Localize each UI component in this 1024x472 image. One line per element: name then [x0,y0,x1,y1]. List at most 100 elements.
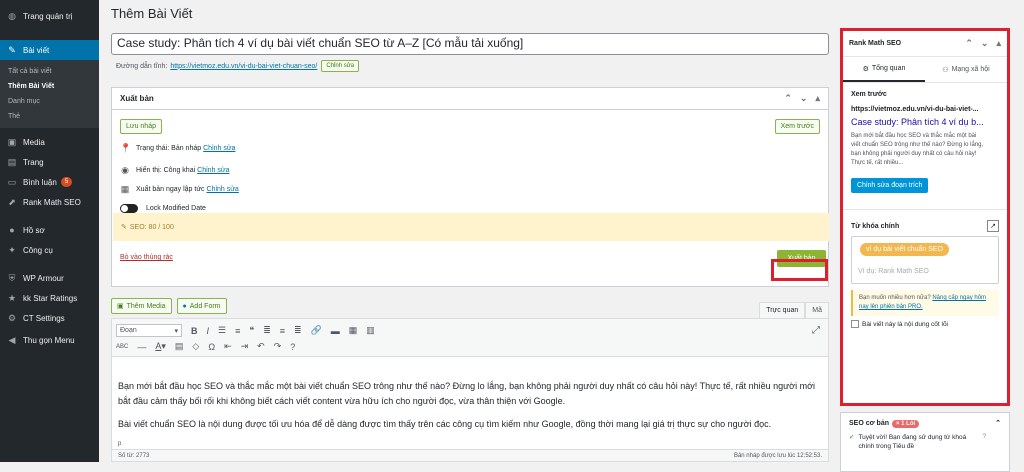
move-up-icon[interactable]: ⌃ [784,93,792,104]
table-icon[interactable]: ▥ [366,325,375,336]
media-icon: ▣ [117,303,124,310]
submenu-all-posts[interactable]: Tất cả bài viết [0,64,99,79]
form-icon: ● [182,302,187,310]
content-paragraph: Bài viết chuẩn SEO là nội dung được tối … [118,419,772,429]
toggle-panel-icon[interactable]: ▴ [996,38,1001,49]
toolbar-toggle-icon[interactable]: ▦ [349,325,358,336]
editor-content[interactable]: Bạn mới bắt đầu học SEO và thắc mắc một … [118,379,824,440]
move-up-icon[interactable]: ⌃ [965,38,973,49]
schedule-edit-link[interactable]: Chỉnh sửa [207,186,239,193]
text-color-icon[interactable]: A▾ [155,341,166,352]
hr-icon[interactable]: — [137,342,146,352]
comments-badge: 5 [60,177,73,187]
move-down-icon[interactable]: ⌄ [800,93,808,104]
redo-icon[interactable]: ↷ [274,341,282,352]
save-draft-button[interactable]: Lưu nháp [120,119,162,134]
permalink-link[interactable]: https://vietmoz.edu.vn/vi-du-bai-viet-ch… [170,63,317,70]
gear-icon: ⚙ [862,65,869,73]
menu-dashboard[interactable]: ◍ Trang quản trị [0,6,99,26]
status-edit-link[interactable]: Chỉnh sửa [203,145,235,152]
read-more-icon[interactable]: ▬ [331,326,340,336]
italic-icon[interactable]: I [207,326,210,336]
publish-box-controls: ⌃ ⌄ ▴ [784,93,820,104]
strikethrough-icon[interactable]: ABC [116,344,128,350]
star-icon: ★ [7,292,17,303]
bold-icon[interactable]: B [191,326,198,336]
add-media-button[interactable]: ▣ Thêm Media [111,298,172,314]
indent-icon[interactable]: ⇥ [241,341,249,352]
dashboard-icon: ◍ [8,10,16,21]
menu-tools[interactable]: ✦ Công cụ [0,240,99,260]
menu-posts[interactable]: ✎ Bài viết [0,40,99,60]
paste-text-icon[interactable]: ▤ [175,341,184,352]
content-paragraph: Bạn mới bắt đầu học SEO và thắc mắc một … [118,381,815,406]
user-icon: ● [9,225,15,235]
align-right-icon[interactable]: ≣ [294,325,302,336]
help-icon[interactable]: ? [290,342,295,352]
media-icon: ▣ [7,136,17,147]
menu-media[interactable]: ▣ Media [0,132,99,152]
edit-permalink-button[interactable]: Chỉnh sửa [321,60,360,72]
tab-general[interactable]: ⚙ Tổng quan [843,57,925,82]
page-icon: ▤ [7,156,17,167]
publish-box: Xuất bản ⌃ ⌄ ▴ Lưu nháp Xem trước 📍 Trạng… [111,87,829,287]
snippet-preview-section: Xem trước https://vietmoz.edu.vn/vi-du-b… [843,83,1007,193]
editor-tabs: Trực quan Mã [759,302,829,319]
focus-keyword-tag[interactable]: ví dụ bài viết chuẩn SEO [860,243,950,256]
menu-pages[interactable]: ▤ Trang [0,152,99,172]
move-to-trash-link[interactable]: Bỏ vào thùng rác [120,254,173,261]
help-icon: ? [982,433,987,440]
basic-seo-header[interactable]: SEO cơ bản × 1 Lỗi ⌃ [841,413,1009,433]
menu-wparmour[interactable]: ⛨ WP Armour [0,268,99,288]
focus-keyword-input[interactable]: ví dụ bài viết chuẩn SEO Ví dụ: Rank Mat… [851,236,999,284]
status-row: 📍 Trạng thái: Bản nháp Chỉnh sửa [120,143,236,153]
menu-profile[interactable]: ● Hồ sơ [0,220,99,240]
submenu-add-post[interactable]: Thêm Bài Viết [0,79,99,94]
blockquote-icon[interactable]: ❝ [249,325,254,336]
add-form-button[interactable]: ● Add Form [176,298,227,314]
chevron-up-icon: ⌃ [995,420,1001,427]
menu-comments[interactable]: ▭ Bình luận 5 [0,172,99,192]
keyword-placeholder: Ví dụ: Rank Math SEO [858,268,929,275]
trend-icon[interactable]: ↗ [987,220,999,232]
preview-description: Bạn mới bắt đầu học SEO và thắc mắc một … [851,133,984,166]
clear-format-icon[interactable]: ◇ [192,341,199,352]
submenu-categories[interactable]: Danh mục [0,94,99,109]
autosave-status: Bản nháp được lưu lúc 12:52:53. [733,452,822,459]
format-select[interactable]: Đoạn ▾ [116,324,182,337]
editor-path: p [118,441,122,447]
focus-keyword-label: Từ khóa chính [851,222,900,230]
admin-sidebar: ◍ Trang quản trị ✎ Bài viết Tất cả bài viế… [0,0,99,462]
basic-seo-error-badge: × 1 Lỗi [892,419,920,428]
rankmath-box: Rank Math SEO ⌃ ⌄ ▴ ⚙ Tổng quan ⚇ Mạng xã … [840,28,1010,406]
submenu-tags[interactable]: Thẻ [0,109,99,124]
edit-snippet-button[interactable]: Chỉnh sửa đoạn trích [851,178,929,193]
toggle-panel-icon[interactable]: ▴ [815,93,820,104]
menu-rankmath[interactable]: ⬈ Rank Math SEO [0,192,99,212]
fullscreen-icon[interactable]: ⤢ [812,325,820,336]
preview-button[interactable]: Xem trước [774,119,820,134]
visibility-edit-link[interactable]: Chỉnh sửa [197,167,229,174]
publish-box-title: Xuất bản [120,94,154,103]
outdent-icon[interactable]: ⇤ [224,341,232,352]
tab-social[interactable]: ⚇ Mạng xã hội [925,57,1007,82]
link-icon[interactable]: 🔗 [311,325,322,336]
menu-collapse[interactable]: ◀ Thu gọn Menu [0,330,99,350]
special-char-icon[interactable]: Ω [208,342,215,352]
tab-visual[interactable]: Trực quan [759,302,806,319]
pillar-checkbox[interactable] [851,320,859,328]
pin-icon: 📍 [120,143,132,153]
align-center-icon[interactable]: ≡ [280,326,285,336]
bullet-list-icon[interactable]: ☰ [218,325,226,336]
lock-modified-toggle[interactable] [120,204,138,213]
menu-kkstar[interactable]: ★ kk Star Ratings [0,288,99,308]
numbered-list-icon[interactable]: ≡ [235,326,240,336]
menu-ct-settings[interactable]: ⚙ CT Settings [0,308,99,328]
undo-icon[interactable]: ↶ [257,341,265,352]
move-down-icon[interactable]: ⌄ [981,38,989,49]
tab-text[interactable]: Mã [805,302,829,319]
align-left-icon[interactable]: ≣ [263,325,271,336]
post-title-input[interactable]: Case study: Phân tích 4 ví dụ bài viết c… [111,33,829,55]
basic-seo-box: SEO cơ bản × 1 Lỗi ⌃ ✔ Tuyệt vời! Bạn đan… [840,412,1010,472]
chevron-down-icon: ▾ [174,327,178,335]
